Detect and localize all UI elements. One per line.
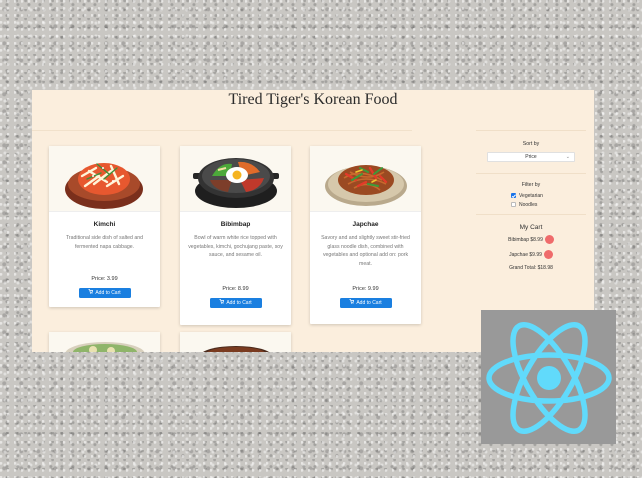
- add-to-cart-button[interactable]: Add to Cart: [209, 298, 262, 308]
- filter-option-vegetarian[interactable]: Vegetarian: [511, 191, 586, 200]
- cart-item-text: Bibimbap $8.99: [508, 236, 543, 243]
- sort-select-value: Price: [525, 154, 537, 160]
- product-price: Price: 3.99: [91, 276, 118, 282]
- add-to-cart-button[interactable]: Add to Cart: [78, 288, 131, 298]
- product-card-partial: [180, 332, 291, 352]
- cart-title: My Cart: [519, 224, 543, 231]
- cart-icon: [88, 288, 94, 298]
- grand-total: Grand Total: $18.98: [509, 265, 553, 271]
- product-price: Price: 9.99: [352, 286, 379, 292]
- add-to-cart-label: Add to Cart: [95, 290, 121, 296]
- filter-options: Vegetarian Noodles: [476, 191, 586, 209]
- food-image-icon: [49, 332, 160, 352]
- react-logo-icon: [481, 310, 616, 444]
- sidebar-divider: [476, 173, 586, 174]
- remove-item-button[interactable]: [543, 250, 553, 259]
- sort-label: Sort by: [522, 141, 540, 147]
- filter-option-label: Noodles: [519, 201, 538, 208]
- page-title: Tired Tiger's Korean Food: [228, 91, 398, 108]
- filter-option-noodles[interactable]: Noodles: [511, 200, 586, 209]
- product-description: Bowl of warm white rice topped with vege…: [188, 235, 283, 258]
- cart-item: Bibimbap $8.99: [476, 234, 586, 245]
- sidebar-divider: [476, 214, 586, 215]
- cart-item: Japchae $9.99: [476, 249, 586, 260]
- cart-icon: [219, 298, 225, 308]
- sidebar-divider: [476, 130, 586, 131]
- kimchi-bowl-icon: [49, 146, 160, 212]
- japchae-plate-icon: [310, 146, 421, 212]
- sidebar: Sort by Price ⌄ Filter by Vegetarian Noo…: [476, 130, 586, 271]
- product-card-japchae: Japchae Savory and and slightly sweet st…: [310, 146, 421, 324]
- product-price: Price: 8.99: [222, 286, 249, 292]
- food-image-icon: [180, 332, 291, 352]
- filter-label: Filter by: [521, 182, 541, 188]
- add-to-cart-label: Add to Cart: [226, 300, 252, 306]
- chevron-down-icon: ⌄: [565, 154, 570, 160]
- product-description: Savory and and slightly sweet stir-fried…: [321, 235, 410, 267]
- header-divider: [32, 130, 412, 131]
- product-description: Traditional side dish of salted and ferm…: [65, 235, 144, 250]
- remove-item-button[interactable]: [544, 235, 554, 244]
- add-to-cart-button[interactable]: Add to Cart: [339, 298, 392, 308]
- product-card-kimchi: Kimchi Traditional side dish of salted a…: [49, 146, 160, 307]
- add-to-cart-label: Add to Cart: [356, 300, 382, 306]
- product-card-bibimbap: Bibimbap Bowl of warm white rice topped …: [180, 146, 291, 325]
- noodles-checkbox[interactable]: [511, 202, 516, 207]
- product-name: Kimchi: [93, 221, 116, 228]
- product-name: Japchae: [352, 221, 379, 228]
- cart-item-text: Japchae $9.99: [509, 251, 542, 258]
- sort-select[interactable]: Price ⌄: [487, 152, 575, 162]
- product-card-partial: [49, 332, 160, 352]
- product-name: Bibimbap: [220, 221, 251, 228]
- bibimbap-bowl-icon: [180, 146, 291, 212]
- filter-option-label: Vegetarian: [519, 192, 543, 199]
- vegetarian-checkbox[interactable]: [511, 193, 516, 198]
- cart-list: Bibimbap $8.99 Japchae $9.99: [476, 234, 586, 260]
- cart-icon: [349, 298, 355, 308]
